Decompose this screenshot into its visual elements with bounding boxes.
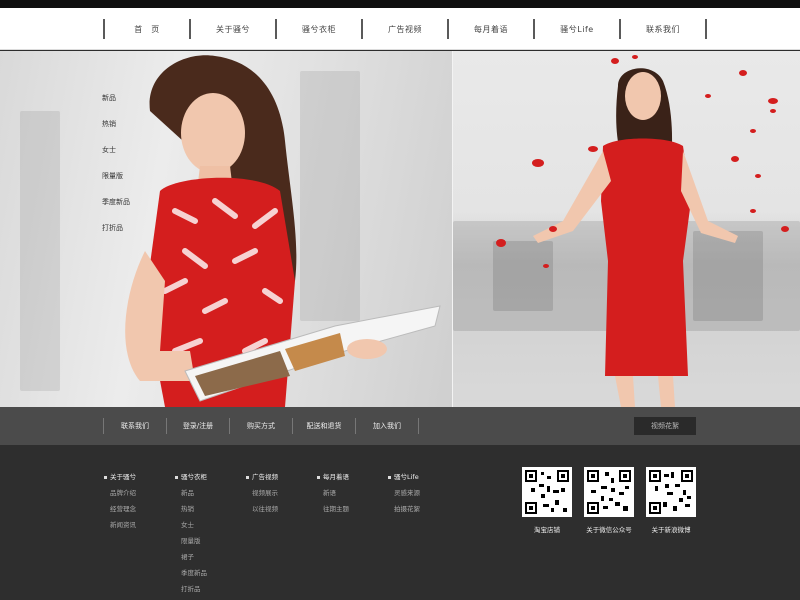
- bullet-icon: [246, 475, 249, 479]
- subnav-item-join[interactable]: 加入我们: [356, 421, 418, 431]
- nav-item-about[interactable]: 关于骚兮: [191, 24, 275, 35]
- hero-panel-right: [453, 51, 800, 407]
- bullet-icon: [317, 475, 320, 479]
- footer-column-title-text: 关于骚兮: [110, 473, 136, 481]
- footer-link[interactable]: 新品: [181, 487, 207, 497]
- qr-code-icon: [584, 467, 634, 517]
- nav-divider: [705, 19, 707, 39]
- footer-column-monthly: 每月着语 新语 往期主题: [317, 471, 349, 519]
- footer-column-wardrobe: 骚兮衣柜 新品 热销 女士 限量版 裙子 季度新品 打折品: [175, 471, 207, 599]
- footer-column-title[interactable]: 每月着语: [317, 471, 349, 481]
- qr-code-icon: [646, 467, 696, 517]
- qr-caption: 关于微信公众号: [586, 526, 632, 534]
- footer-link[interactable]: 灵感来源: [394, 487, 420, 497]
- footer-column-title-text: 骚兮衣柜: [181, 473, 207, 481]
- footer-link[interactable]: 新闻资讯: [110, 519, 136, 529]
- wall-texture: [20, 111, 60, 391]
- footer-link[interactable]: 女士: [181, 519, 207, 529]
- bullet-icon: [388, 475, 391, 479]
- footer-link[interactable]: 以往视频: [252, 503, 278, 513]
- footer-link[interactable]: 打折品: [181, 583, 207, 593]
- side-menu-item-women[interactable]: 女士: [102, 145, 130, 155]
- footer-link[interactable]: 经营理念: [110, 503, 136, 513]
- subnav-item-purchase[interactable]: 购买方式: [230, 421, 292, 431]
- subnav-divider: [418, 418, 419, 434]
- side-menu-item-hot[interactable]: 热销: [102, 119, 130, 129]
- main-nav-list: 首 页 关于骚兮 骚兮衣柜 广告视频 每月着语 骚兮Life 联系我们: [103, 8, 707, 50]
- footer-column-title[interactable]: 关于骚兮: [104, 471, 136, 481]
- footer-column-title[interactable]: 广告视频: [246, 471, 278, 481]
- nav-item-life[interactable]: 骚兮Life: [535, 24, 619, 35]
- nav-item-ad-videos[interactable]: 广告视频: [363, 24, 447, 35]
- footer-link[interactable]: 裙子: [181, 551, 207, 561]
- nav-item-contact[interactable]: 联系我们: [621, 24, 705, 35]
- footer-link[interactable]: 热销: [181, 503, 207, 513]
- main-nav: 首 页 关于骚兮 骚兮衣柜 广告视频 每月着语 骚兮Life 联系我们: [0, 8, 800, 50]
- footer-nav-bar: 联系我们 登录/注册 购买方式 配送和退货 加入我们 视频花絮: [0, 407, 800, 445]
- footer-link[interactable]: 限量版: [181, 535, 207, 545]
- footer-link[interactable]: 品牌介绍: [110, 487, 136, 497]
- qr-wechat[interactable]: 关于微信公众号: [584, 467, 634, 534]
- nav-item-home[interactable]: 首 页: [105, 24, 189, 35]
- footer-column-title[interactable]: 骚兮衣柜: [175, 471, 207, 481]
- bullet-icon: [104, 475, 107, 479]
- top-strip: [0, 0, 800, 8]
- footer-link[interactable]: 拍摄花絮: [394, 503, 420, 513]
- footer-link[interactable]: 新语: [323, 487, 349, 497]
- side-menu-item-new[interactable]: 新品: [102, 93, 130, 103]
- hero-panel-left: 新品 热销 女士 限量版 季度新品 打折品: [0, 51, 453, 407]
- video-highlights-button[interactable]: 视频花絮: [634, 417, 696, 435]
- qr-taobao[interactable]: 淘宝店铺: [522, 467, 572, 534]
- model-with-magazine-image: [125, 55, 441, 407]
- footer-link[interactable]: 视频展示: [252, 487, 278, 497]
- footer-column-title-text: 广告视频: [252, 473, 278, 481]
- qr-caption: 关于新浪微博: [651, 526, 691, 534]
- side-menu: 新品 热销 女士 限量版 季度新品 打折品: [102, 93, 130, 249]
- footer-column-about: 关于骚兮 品牌介绍 经营理念 新闻资讯: [104, 471, 136, 535]
- footer-link[interactable]: 季度新品: [181, 567, 207, 577]
- footer-column-title-text: 每月着语: [323, 473, 349, 481]
- footer-column-title-text: 骚兮Life: [394, 473, 419, 481]
- footer-nav-list: 联系我们 登录/注册 购买方式 配送和退货 加入我们: [103, 407, 419, 445]
- qr-code-icon: [522, 467, 572, 517]
- footer-column-life: 骚兮Life 灵感来源 拍摄花絮: [388, 471, 420, 519]
- rose-petals-decoration: [496, 55, 789, 268]
- side-menu-item-limited[interactable]: 限量版: [102, 171, 130, 181]
- nav-item-monthly[interactable]: 每月着语: [449, 24, 533, 35]
- qr-caption: 淘宝店铺: [534, 526, 560, 534]
- hero-banner: 新品 热销 女士 限量版 季度新品 打折品: [0, 51, 800, 407]
- footer-column-ad-videos: 广告视频 视频展示 以往视频: [246, 471, 278, 519]
- footer: 关于骚兮 品牌介绍 经营理念 新闻资讯 骚兮衣柜 新品 热销 女士 限量版 裙子…: [0, 445, 800, 600]
- nav-item-wardrobe[interactable]: 骚兮衣柜: [277, 24, 361, 35]
- footer-column-title[interactable]: 骚兮Life: [388, 471, 420, 481]
- bullet-icon: [175, 475, 178, 479]
- qr-weibo[interactable]: 关于新浪微博: [646, 467, 696, 534]
- footer-link[interactable]: 往期主题: [323, 503, 349, 513]
- subnav-item-contact[interactable]: 联系我们: [104, 421, 166, 431]
- side-menu-item-sale[interactable]: 打折品: [102, 223, 130, 233]
- subnav-item-login[interactable]: 登录/注册: [167, 421, 229, 431]
- side-menu-item-seasonal[interactable]: 季度新品: [102, 197, 130, 207]
- subnav-item-shipping[interactable]: 配送和退货: [293, 421, 355, 431]
